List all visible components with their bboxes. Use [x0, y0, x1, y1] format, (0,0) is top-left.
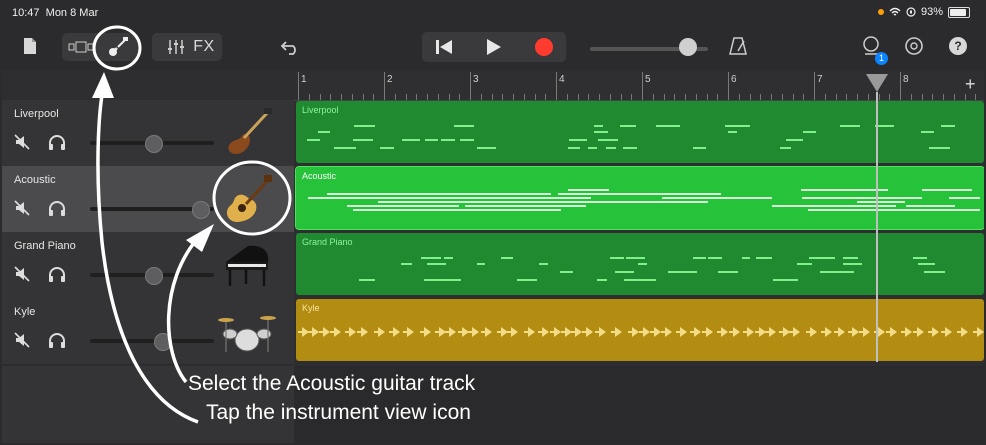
arrow-to-acoustic-track	[166, 236, 200, 384]
arrowhead-up-icon	[92, 72, 114, 98]
arrow-to-instrument-icon	[96, 83, 199, 424]
caption-line-1: Select the Acoustic guitar track	[188, 372, 476, 395]
garageband-window: 10:47 Mon 8 Mar 93% FX ? 1 1 2 3 4 5 6 7…	[2, 2, 984, 443]
caption-line-2: Tap the instrument view icon	[206, 401, 471, 424]
highlight-circle-acoustic-guitar	[212, 160, 292, 236]
annotation-overlay	[92, 25, 292, 424]
highlight-circle-instrument-icon	[92, 25, 142, 71]
